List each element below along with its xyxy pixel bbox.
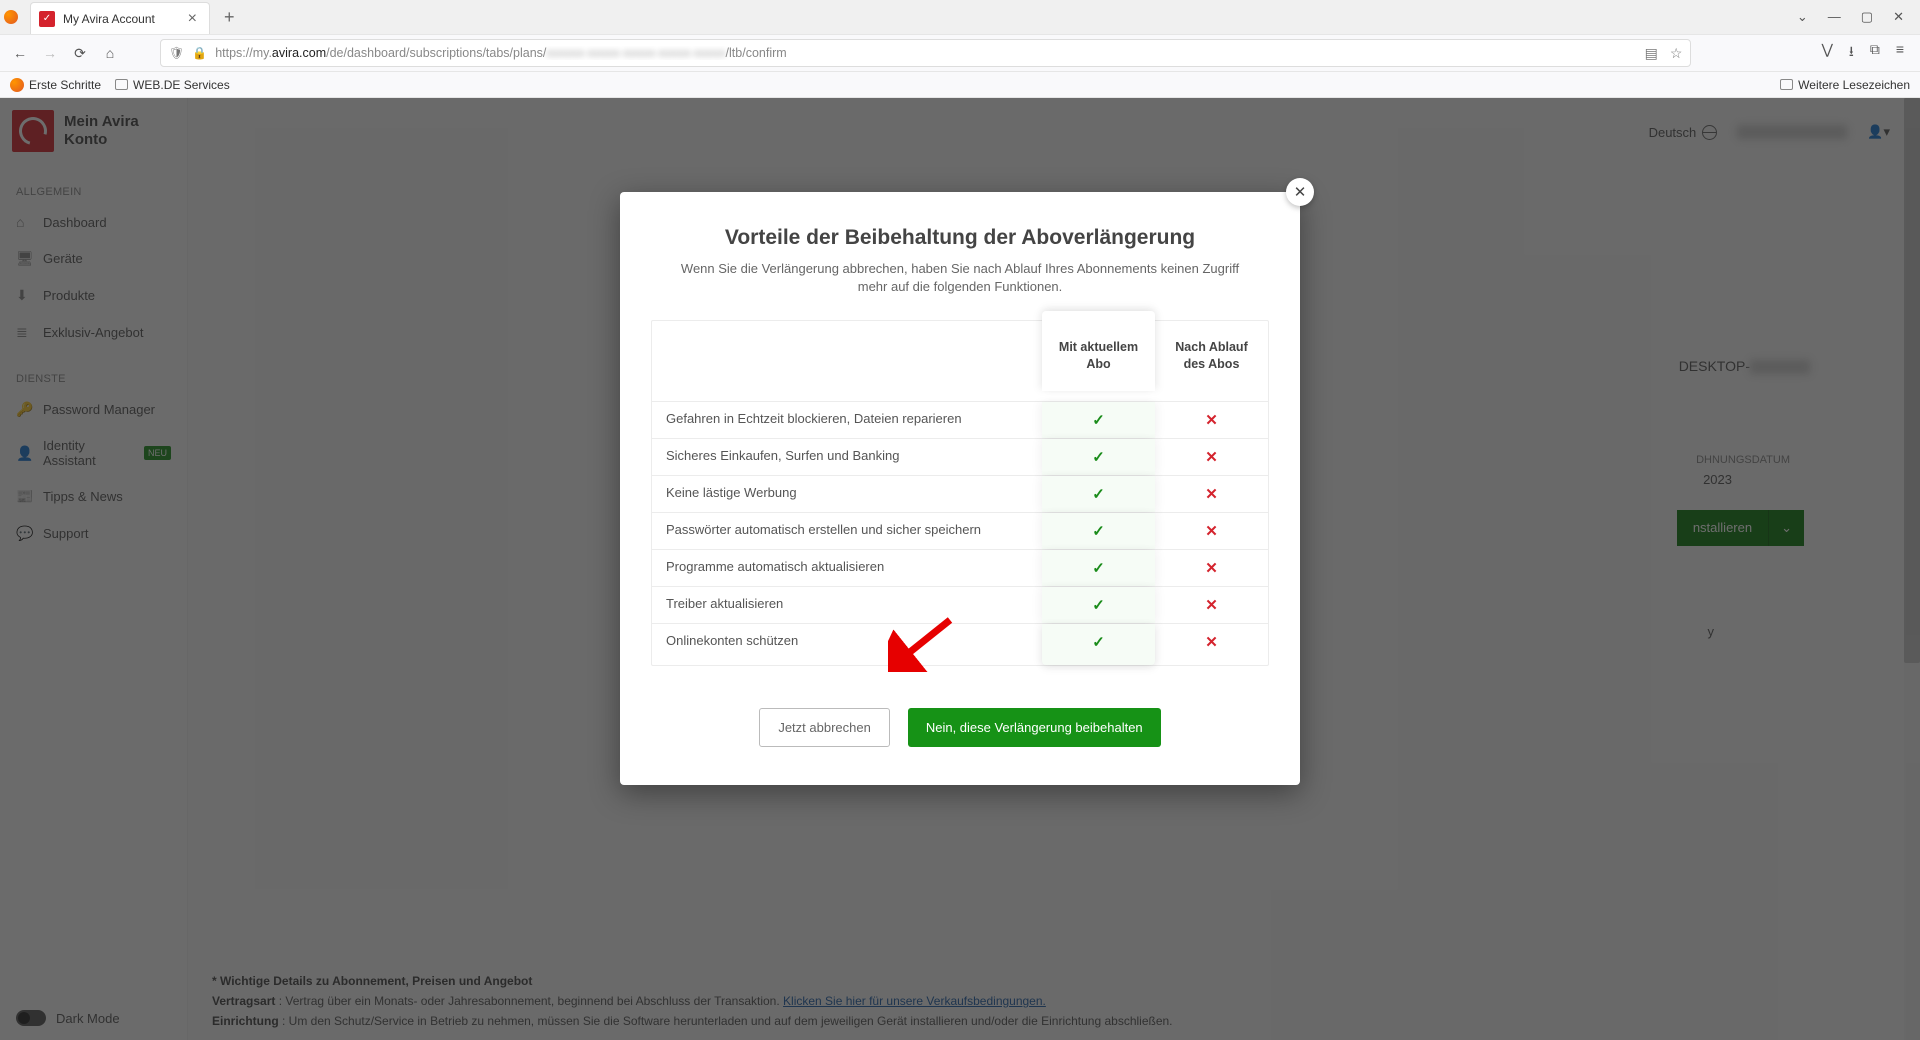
close-window-icon[interactable]: ✕ [1893,9,1904,25]
check-icon: ✓ [1092,449,1105,466]
table-row: Onlinekonten schützen ✓ ✕ [652,623,1268,665]
maximize-icon[interactable]: ▢ [1861,9,1873,25]
menu-icon[interactable]: ≡ [1896,41,1904,65]
cross-icon: ✕ [1205,523,1218,540]
pocket-icon[interactable]: ⋁ [1821,41,1832,65]
back-button[interactable]: ← [10,45,30,61]
downloads-icon[interactable]: ⭳ [1849,41,1854,65]
bookmark-webde[interactable]: WEB.DE Services [115,78,230,92]
feature-label: Onlinekonten schützen [652,624,1042,665]
check-icon: ✓ [1092,523,1105,540]
forward-button: → [40,45,60,61]
cross-icon: ✕ [1205,560,1218,577]
titlebar: ✓ My Avira Account × + ⌄ — ▢ ✕ [0,0,1920,34]
firefox-icon [10,78,24,92]
feature-label: Sicheres Einkaufen, Surfen und Banking [652,439,1042,475]
url-text: https://my.avira.com/de/dashboard/subscr… [215,46,1644,60]
modal-actions: Jetzt abbrechen Nein, diese Verlängerung… [630,708,1290,747]
comparison-table: Mit aktuellem Abo Nach Ablauf des Abos G… [651,320,1269,666]
minimize-icon[interactable]: — [1828,9,1841,25]
feature-label: Programme automatisch aktualisieren [652,550,1042,586]
browser-tab[interactable]: ✓ My Avira Account × [30,2,210,34]
avira-favicon-icon: ✓ [39,11,55,27]
lock-icon[interactable]: 🔒 [192,46,207,60]
dropdown-icon[interactable]: ⌄ [1797,9,1808,25]
table-row: Treiber aktualisieren ✓ ✕ [652,586,1268,623]
folder-icon [115,79,128,90]
browser-chrome: ✓ My Avira Account × + ⌄ — ▢ ✕ ← → ⟳ ⌂ 🛡… [0,0,1920,98]
col-header-current: Mit aktuellem Abo [1042,311,1155,391]
bookmarks-bar: Erste Schritte WEB.DE Services Weitere L… [0,72,1920,98]
check-icon: ✓ [1092,486,1105,503]
shield-icon[interactable]: 🛡 [169,46,184,60]
feature-label: Treiber aktualisieren [652,587,1042,623]
cross-icon: ✕ [1205,449,1218,466]
folder-icon [1780,79,1793,90]
cross-icon: ✕ [1205,486,1218,503]
modal-title: Vorteile der Beibehaltung der Aboverläng… [630,226,1290,250]
table-row: Gefahren in Echtzeit blockieren, Dateien… [652,401,1268,438]
check-icon: ✓ [1092,412,1105,429]
feature-label: Gefahren in Echtzeit blockieren, Dateien… [652,402,1042,438]
window-controls: ⌄ — ▢ ✕ [1797,9,1916,25]
table-row: Programme automatisch aktualisieren ✓ ✕ [652,549,1268,586]
feature-label: Keine lästige Werbung [652,476,1042,512]
home-button[interactable]: ⌂ [100,45,120,61]
keep-renewal-button[interactable]: Nein, diese Verlängerung beibehalten [908,708,1161,747]
modal-close-button[interactable]: ✕ [1286,178,1314,206]
address-bar[interactable]: 🛡 🔒 https://my.avira.com/de/dashboard/su… [160,39,1691,67]
table-row: Keine lästige Werbung ✓ ✕ [652,475,1268,512]
bookmark-erste-schritte[interactable]: Erste Schritte [10,78,101,92]
table-row: Passwörter automatisch erstellen und sic… [652,512,1268,549]
firefox-icon [4,10,18,24]
page-viewport: Mein AviraKonto ALLGEMEIN ⌂Dashboard 🖥Ge… [0,98,1920,1040]
table-header-row: Mit aktuellem Abo Nach Ablauf des Abos [652,321,1268,401]
reload-button[interactable]: ⟳ [70,45,90,62]
tab-close-icon[interactable]: × [184,10,201,28]
modal-overlay: ✕ Vorteile der Beibehaltung der Aboverlä… [0,98,1920,1040]
cross-icon: ✕ [1205,597,1218,614]
bookmark-star-icon[interactable]: ☆ [1670,45,1683,62]
check-icon: ✓ [1092,560,1105,577]
cross-icon: ✕ [1205,634,1218,651]
bookmark-weitere[interactable]: Weitere Lesezeichen [1780,78,1910,92]
tab-title: My Avira Account [63,12,184,26]
check-icon: ✓ [1092,634,1105,651]
feature-label: Passwörter automatisch erstellen und sic… [652,513,1042,549]
new-tab-button[interactable]: + [218,7,241,28]
browser-toolbar: ← → ⟳ ⌂ 🛡 🔒 https://my.avira.com/de/dash… [0,34,1920,72]
cancel-now-button[interactable]: Jetzt abbrechen [759,708,890,747]
check-icon: ✓ [1092,597,1105,614]
modal-subtitle: Wenn Sie die Verlängerung abbrechen, hab… [660,260,1260,296]
reader-icon[interactable]: ▤ [1645,45,1658,62]
renewal-benefits-modal: Vorteile der Beibehaltung der Aboverläng… [620,192,1300,785]
extensions-icon[interactable]: ⧉ [1870,41,1880,65]
table-row: Sicheres Einkaufen, Surfen und Banking ✓… [652,438,1268,475]
cross-icon: ✕ [1205,412,1218,429]
col-header-expired: Nach Ablauf des Abos [1155,321,1268,401]
